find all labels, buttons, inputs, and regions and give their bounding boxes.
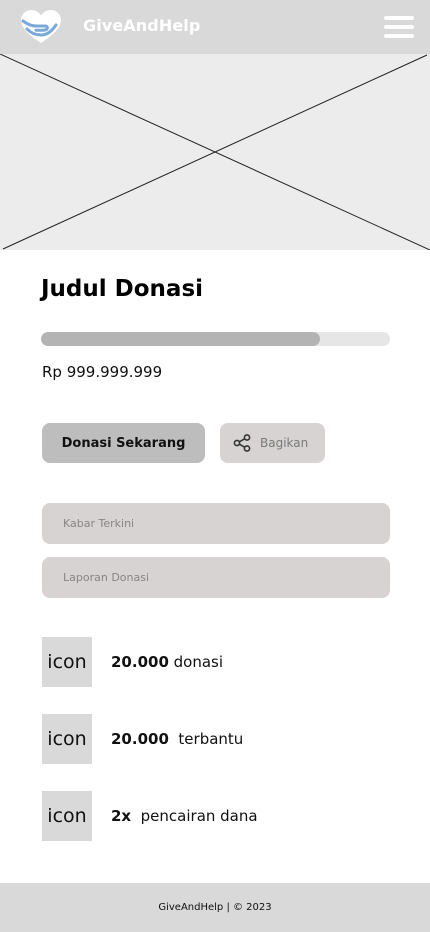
app-header: GiveAndHelp (0, 0, 430, 54)
heart-hand-logo-icon[interactable] (19, 9, 63, 45)
stat-disbursement-icon: icon (42, 791, 92, 841)
image-placeholder-icon (0, 54, 430, 250)
tab-donation-report[interactable]: Laporan Donasi (42, 557, 390, 598)
page: GiveAndHelp Judul Donasi Rp 999.999.999 … (0, 0, 430, 932)
page-footer: GiveAndHelp | © 2023 (0, 883, 430, 932)
donate-now-label: Donasi Sekarang (61, 435, 186, 451)
donation-progress-bar (41, 332, 390, 346)
brand-name[interactable]: GiveAndHelp (83, 16, 200, 35)
stat-helped-icon: icon (42, 714, 92, 764)
stat-donations-icon: icon (42, 637, 92, 687)
footer-text: GiveAndHelp | © 2023 (158, 902, 272, 913)
campaign-title: Judul Donasi (41, 276, 204, 302)
share-icon (233, 434, 251, 452)
stat-disbursement-text: pencairan dana (131, 807, 258, 825)
stat-helped: 20.000 terbantu (111, 730, 243, 748)
stat-donations-value: 20.000 (111, 653, 169, 671)
hamburger-menu-icon[interactable] (384, 16, 414, 38)
stat-donations-text: donasi (168, 653, 224, 671)
share-label: Bagikan (260, 436, 309, 450)
stat-disbursement-value: 2x (111, 807, 132, 825)
donation-progress-fill (41, 332, 321, 346)
stat-donations: 20.000 donasi (111, 653, 223, 671)
stat-disbursement: 2x pencairan dana (111, 807, 258, 825)
stat-donations-icon-label: icon (47, 651, 87, 673)
tab-latest-news[interactable]: Kabar Terkini (42, 503, 390, 544)
tab-donation-report-label: Laporan Donasi (63, 571, 150, 584)
donate-now-button[interactable]: Donasi Sekarang (42, 423, 205, 463)
stat-helped-value: 20.000 (111, 730, 169, 748)
tab-latest-news-label: Kabar Terkini (63, 517, 135, 530)
stat-helped-text: terbantu (168, 730, 244, 748)
share-button[interactable]: Bagikan (220, 423, 325, 463)
stat-disbursement-icon-label: icon (47, 805, 87, 827)
donation-amount: Rp 999.999.999 (42, 363, 163, 381)
stat-helped-icon-label: icon (47, 728, 87, 750)
hero-image-placeholder (0, 54, 430, 250)
